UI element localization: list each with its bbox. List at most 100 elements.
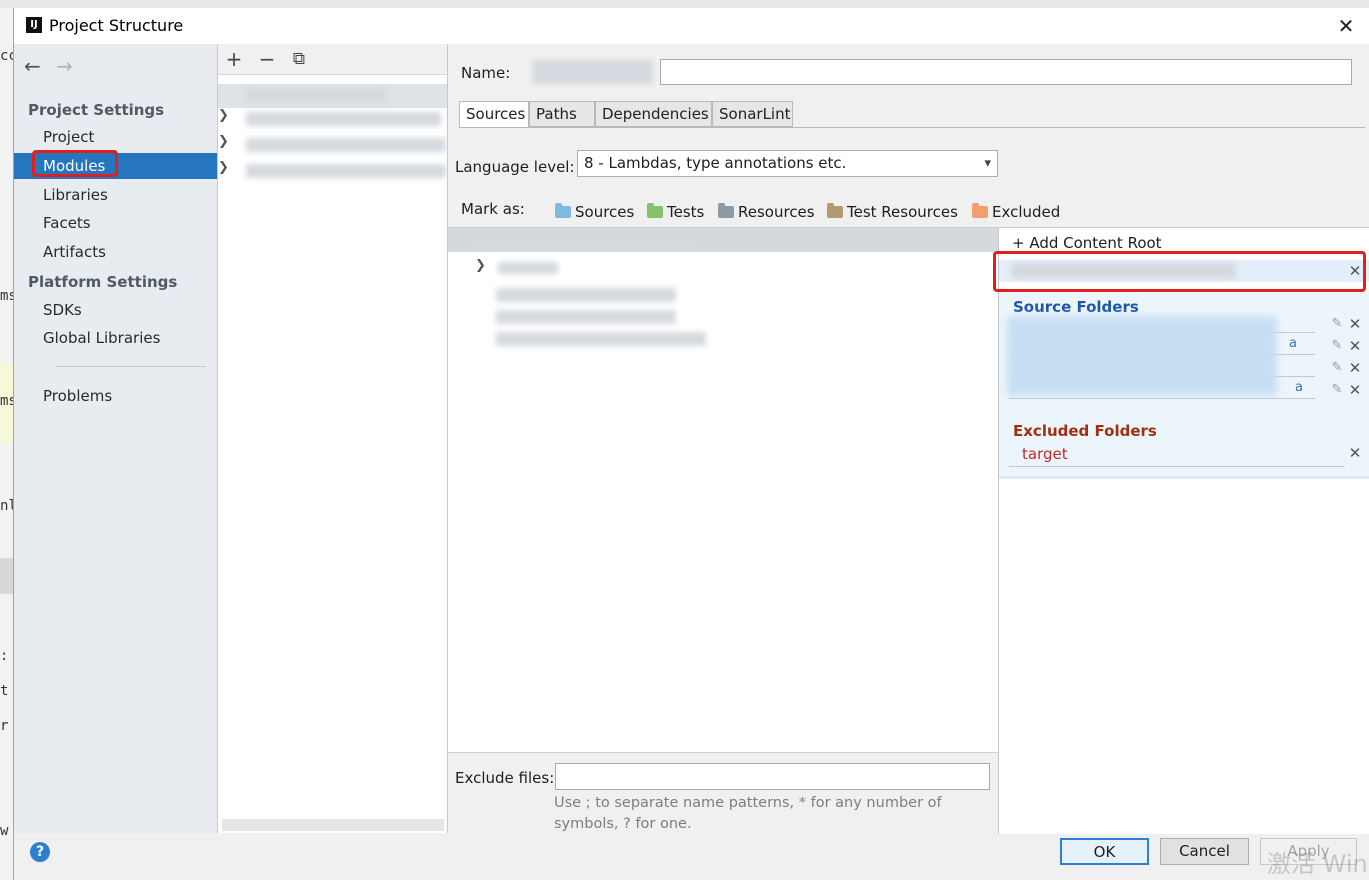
redacted-root-path — [458, 232, 708, 246]
project-structure-dialog: IJ Project Structure ✕ ← → Project Setti… — [13, 8, 1369, 880]
remove-source-folder-icon[interactable]: ✕ — [1348, 381, 1362, 399]
sources-folder-icon — [555, 203, 571, 218]
resources-folder-icon — [718, 203, 734, 218]
redacted-module-name — [246, 164, 446, 178]
source-folder-fragment: a — [1289, 336, 1297, 351]
title-bar: IJ Project Structure ✕ — [14, 8, 1369, 44]
tree-horizontal-scrollbar[interactable] — [222, 819, 444, 831]
mark-as-test-resources[interactable]: Test Resources — [827, 202, 958, 222]
back-arrow-icon[interactable]: ← — [24, 54, 41, 78]
close-icon[interactable]: ✕ — [1332, 12, 1360, 40]
source-folder-fragment: a — [1295, 380, 1303, 395]
edit-pencil-icon[interactable]: ✎ — [1330, 359, 1344, 377]
remove-source-folder-icon[interactable]: ✕ — [1348, 315, 1362, 333]
ide-fragment: t — [0, 683, 9, 699]
nav-item-global-libraries[interactable]: Global Libraries — [14, 325, 217, 351]
tab-paths[interactable]: Paths — [529, 101, 595, 127]
remove-module-icon[interactable]: − — [256, 46, 278, 72]
help-icon[interactable]: ? — [30, 842, 50, 862]
exclude-files-section: Exclude files: Use ; to separate name pa… — [448, 752, 999, 834]
ide-fragment: w — [0, 823, 9, 839]
expand-chevron-icon[interactable]: ❯ — [475, 258, 486, 273]
mark-as-resources[interactable]: Resources — [718, 202, 815, 222]
language-level-label: Language level: — [455, 158, 575, 176]
excluded-folder-icon — [972, 203, 988, 218]
remove-source-folder-icon[interactable]: ✕ — [1348, 337, 1362, 355]
excluded-folders-heading: Excluded Folders — [1013, 422, 1157, 440]
nav-item-libraries[interactable]: Libraries — [14, 182, 217, 208]
tests-folder-icon — [647, 203, 663, 218]
redacted-folder — [498, 262, 558, 274]
ide-fragment: cc — [0, 48, 13, 64]
edit-pencil-icon[interactable]: ✎ — [1330, 315, 1344, 333]
mark-as-excluded[interactable]: Excluded — [972, 202, 1060, 222]
cancel-button[interactable]: Cancel — [1160, 838, 1249, 865]
name-label: Name: — [461, 64, 511, 82]
nav-item-artifacts[interactable]: Artifacts — [14, 239, 217, 265]
folders-list: Source Folders ✎ ✕ a ✎ ✕ ✎ ✕ a ✎ ✕ Exclu… — [999, 292, 1369, 479]
redacted-folder — [496, 288, 676, 302]
content-folder-tree: ❯ — [448, 227, 999, 753]
excluded-folder-item[interactable]: target — [1022, 445, 1068, 463]
ide-fragment: nl — [0, 498, 13, 514]
redacted-source-folders — [1007, 316, 1277, 396]
redacted-module-name — [246, 88, 386, 102]
edit-pencil-icon[interactable]: ✎ — [1330, 337, 1344, 355]
chevron-down-icon: ▾ — [984, 156, 991, 171]
edit-pencil-icon[interactable]: ✎ — [1330, 381, 1344, 399]
settings-nav: ← → Project Settings Project Modules Lib… — [14, 44, 218, 833]
ide-fragment: r — [0, 718, 9, 734]
nav-item-sdks[interactable]: SDKs — [14, 297, 217, 323]
tab-dependencies[interactable]: Dependencies — [595, 101, 712, 127]
redacted-folder — [496, 310, 676, 324]
tab-sources[interactable]: Sources — [459, 101, 529, 128]
language-level-value: 8 - Lambdas, type annotations etc. — [584, 154, 847, 172]
ide-fragment: : — [0, 648, 9, 664]
expand-chevron-icon[interactable]: ❯ — [218, 134, 230, 149]
module-tree-pane: + − ⧉ ❯ ❯ ❯ — [218, 44, 448, 833]
ide-background-editor: cc ms ms nl : t r w — [0, 8, 14, 880]
expand-chevron-icon[interactable]: ❯ — [218, 160, 230, 175]
nav-item-facets[interactable]: Facets — [14, 210, 217, 236]
module-details: Name: Sources Paths Dependencies SonarLi… — [448, 44, 1369, 834]
add-content-root-button[interactable]: + Add Content Root — [1012, 234, 1162, 252]
expand-chevron-icon[interactable]: ❯ — [218, 108, 230, 123]
window-title: Project Structure — [49, 16, 184, 35]
nav-item-project[interactable]: Project — [14, 124, 217, 150]
mark-as-sources[interactable]: Sources — [555, 202, 634, 222]
exclude-files-field[interactable] — [555, 763, 990, 790]
content-root-panel: + Add Content Root ✕ Source Folders ✎ ✕ … — [993, 227, 1369, 834]
language-level-dropdown[interactable]: 8 - Lambdas, type annotations etc. ▾ — [577, 150, 998, 177]
remove-source-folder-icon[interactable]: ✕ — [1348, 359, 1362, 377]
redacted-module-name — [246, 138, 446, 152]
platform-settings-heading: Platform Settings — [28, 273, 178, 291]
excluded-folder-row-line — [1009, 466, 1345, 467]
remove-excluded-folder-icon[interactable]: ✕ — [1348, 444, 1362, 462]
copy-module-icon[interactable]: ⧉ — [288, 46, 310, 72]
exclude-files-hint: Use ; to separate name patterns, * for a… — [554, 795, 942, 832]
module-name-field[interactable] — [660, 59, 1352, 85]
forward-arrow-icon[interactable]: → — [56, 54, 73, 78]
ide-fragment: ms — [0, 288, 13, 304]
module-tree-toolbar: + − ⧉ — [218, 44, 447, 75]
modules-highlight-box — [32, 150, 118, 177]
test-resources-folder-icon — [827, 203, 843, 218]
project-settings-heading: Project Settings — [28, 101, 165, 119]
intellij-app-icon: IJ — [26, 17, 42, 33]
redacted-name-value — [533, 60, 653, 84]
exclude-files-label: Exclude files: — [455, 769, 555, 787]
ide-highlight — [0, 558, 13, 594]
redacted-folder — [496, 332, 706, 346]
ide-fragment: ms — [0, 393, 13, 409]
tab-divider — [459, 127, 1365, 128]
nav-divider — [56, 366, 206, 367]
content-root-highlight-box — [993, 251, 1366, 292]
redacted-module-name — [246, 112, 441, 126]
tab-sonarlint[interactable]: SonarLint — [712, 101, 793, 127]
mark-as-label: Mark as: — [461, 200, 525, 218]
source-folder-row-line — [1009, 398, 1315, 399]
add-module-icon[interactable]: + — [223, 46, 245, 72]
mark-as-tests[interactable]: Tests — [647, 202, 704, 222]
ok-button[interactable]: OK — [1060, 838, 1149, 865]
nav-item-problems[interactable]: Problems — [14, 383, 217, 409]
